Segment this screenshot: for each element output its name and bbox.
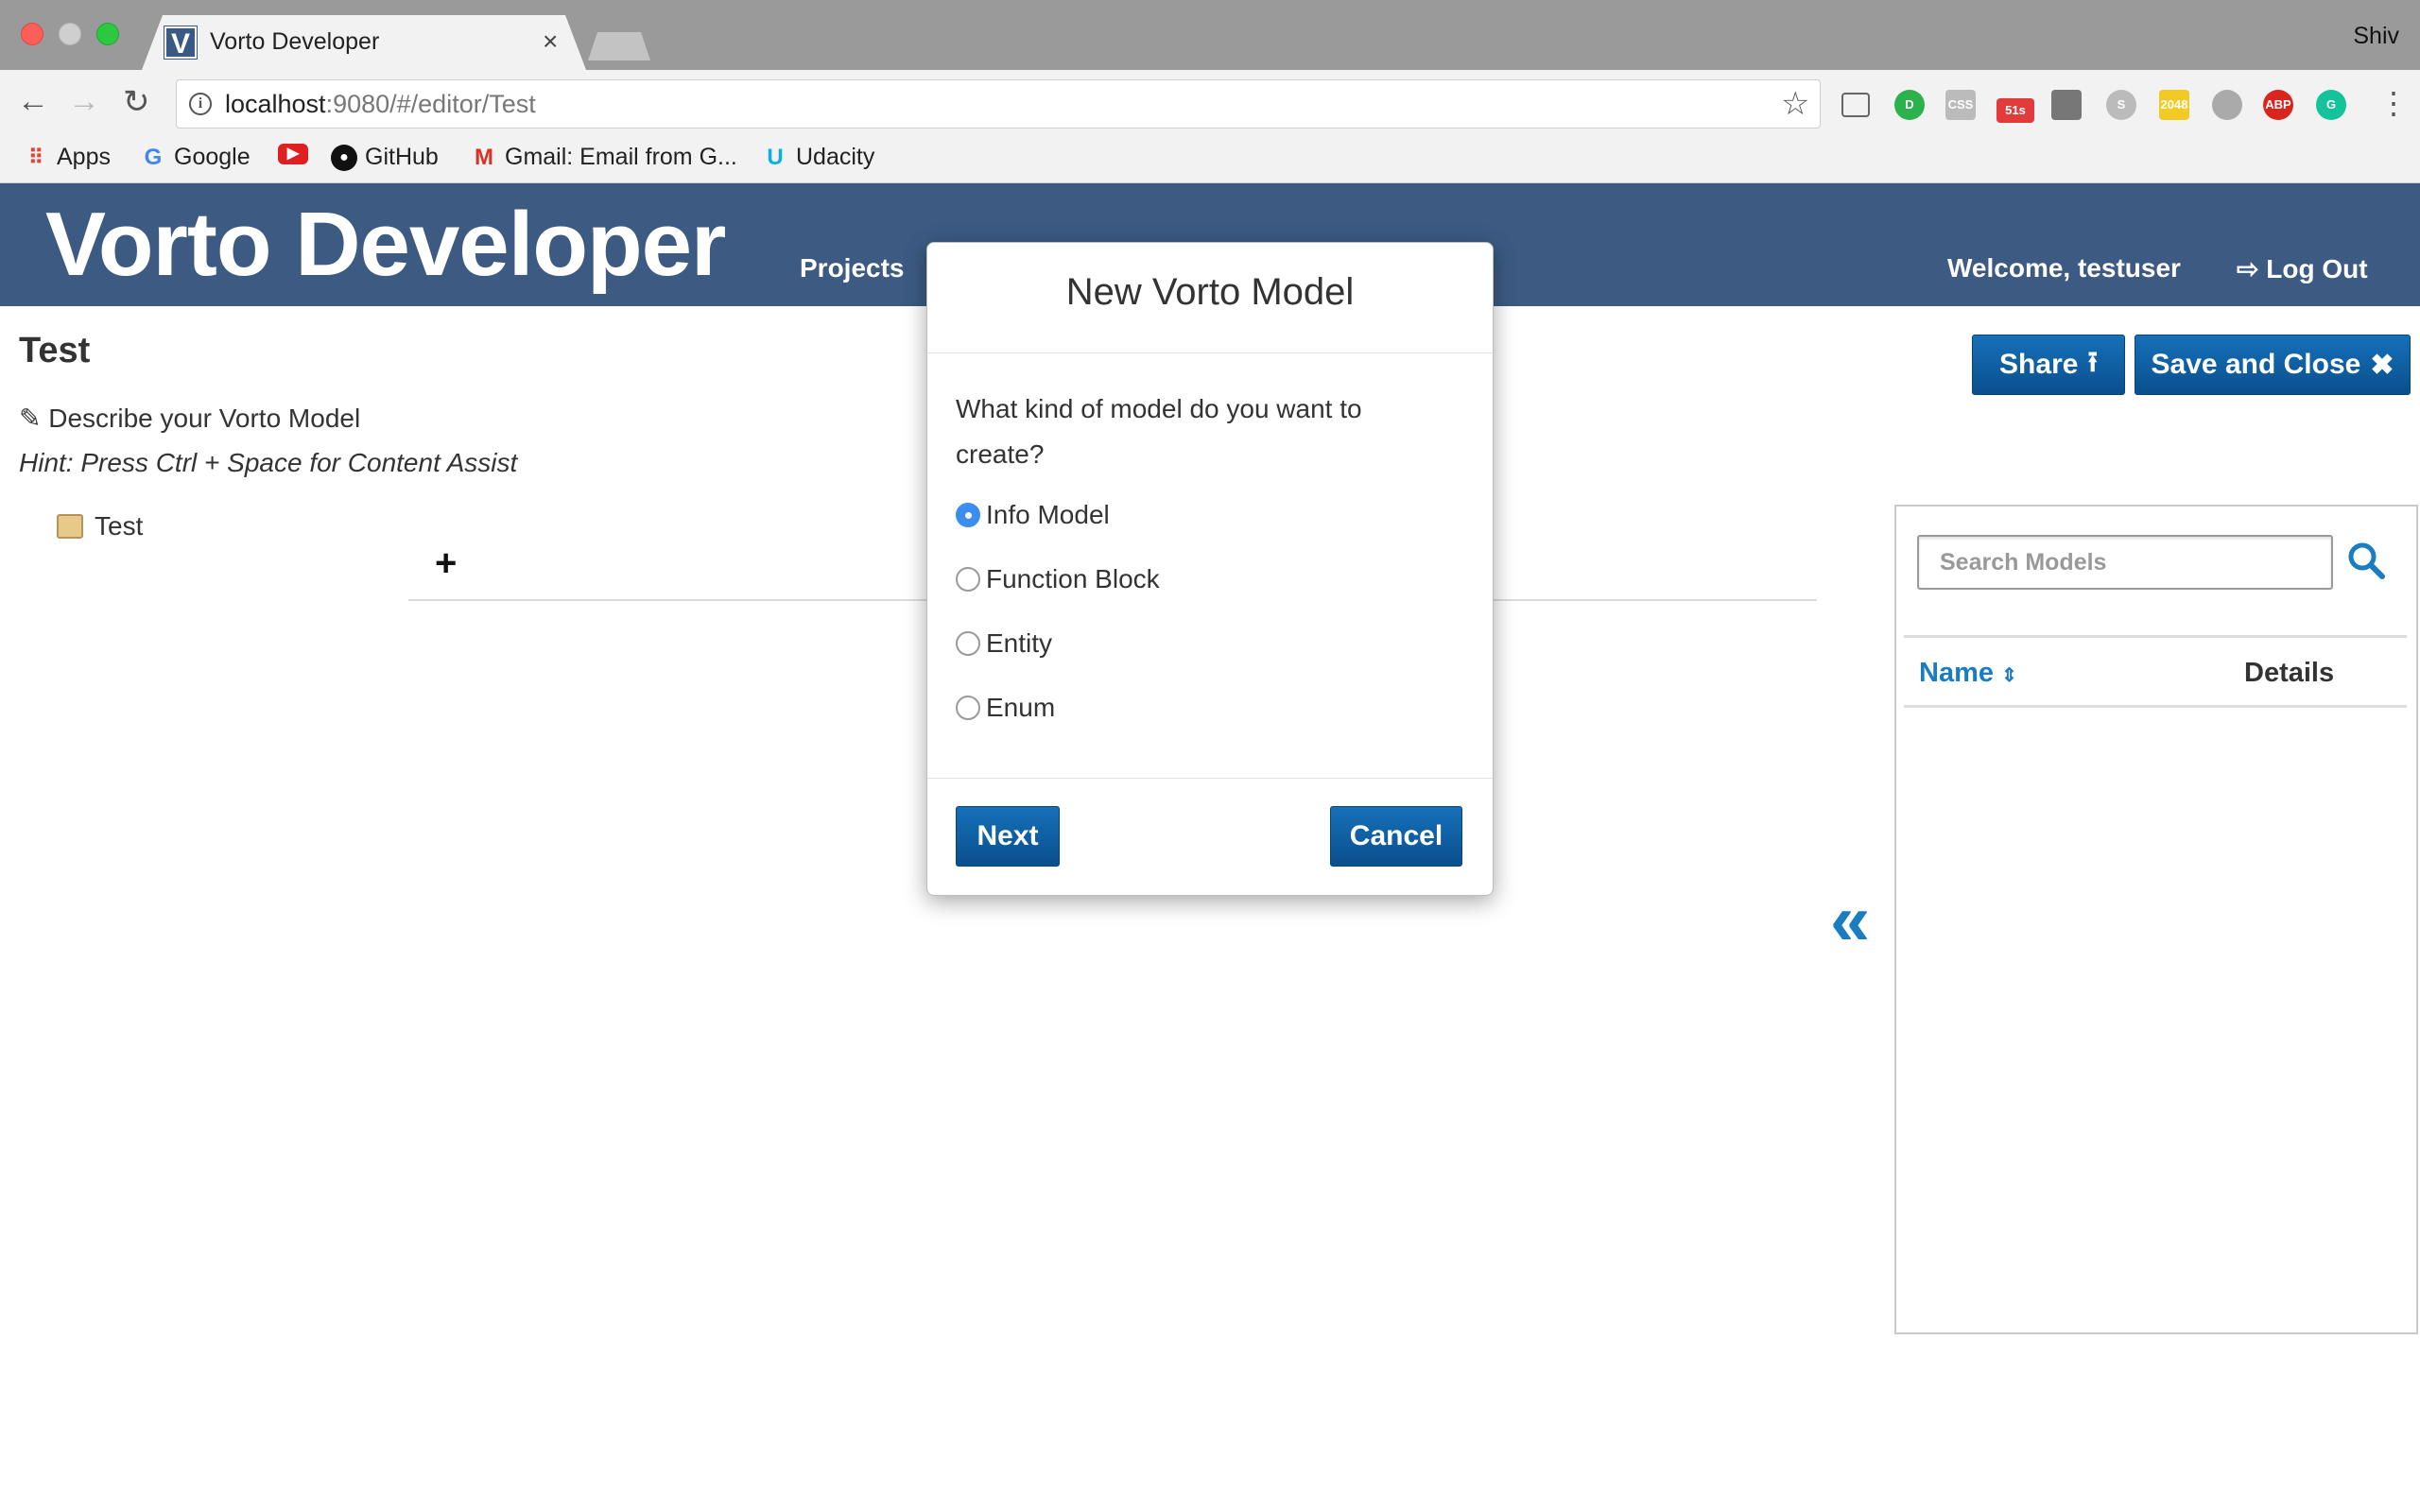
results-divider (1904, 705, 2407, 708)
tab-close-icon[interactable]: × (543, 26, 558, 57)
new-tab-button[interactable] (588, 32, 650, 60)
share-label: Share (1999, 349, 2079, 380)
results-divider (1904, 635, 2407, 638)
bookmark-google[interactable]: G Google (140, 144, 251, 171)
bookmark-label: Apps (57, 144, 111, 170)
search-icon[interactable] (2346, 541, 2388, 582)
github-icon: ● (331, 144, 357, 171)
bookmark-gmail[interactable]: M Gmail: Email from G... (471, 144, 737, 171)
name-column-header[interactable]: Name ⇕ (1919, 658, 2017, 689)
extension-timer-badge[interactable]: 51s (1996, 98, 2034, 123)
welcome-user: Welcome, testuser (1947, 253, 2181, 283)
radio-button[interactable] (956, 631, 980, 656)
option-info-model[interactable]: Info Model (956, 500, 1110, 530)
next-button[interactable]: Next (956, 806, 1060, 867)
upload-icon: ⭱ (2087, 346, 2098, 378)
option-label: Function Block (986, 564, 1160, 593)
tree-item-label: Test (95, 511, 144, 541)
browser-menu-icon[interactable]: ⋮ (2378, 85, 2409, 121)
dialog-question: What kind of model do you want to create… (956, 394, 1362, 469)
udacity-icon: U (767, 144, 784, 170)
option-function-block[interactable]: Function Block (956, 564, 1160, 594)
edit-icon: ✎ (19, 404, 42, 433)
extension-plug-icon[interactable] (2051, 90, 2082, 120)
grammarly-icon[interactable]: G (2316, 90, 2346, 120)
apps-grid-icon: ⠿ (27, 145, 44, 169)
url-path: :9080/#/editor/Test (325, 90, 536, 118)
nav-projects-link[interactable]: Projects (800, 253, 905, 284)
radio-button[interactable] (956, 567, 980, 592)
logout-label: Log Out (2266, 254, 2368, 284)
bookmark-label: Udacity (796, 144, 875, 170)
option-enum[interactable]: Enum (956, 693, 1055, 723)
cancel-button[interactable]: Cancel (1330, 806, 1462, 867)
gmail-icon: M (475, 144, 493, 170)
reload-icon[interactable]: ↻ (123, 83, 150, 121)
bookmark-star-icon[interactable]: ☆ (1781, 85, 1809, 123)
brand-title[interactable]: Vorto Developer (45, 193, 726, 297)
adblock-plus-icon[interactable]: ABP (2263, 90, 2293, 120)
dialog-divider (927, 778, 1493, 779)
describe-model-link[interactable]: ✎ Describe your Vorto Model (19, 403, 360, 434)
bookmark-youtube[interactable]: ▶ (278, 144, 308, 164)
logout-link[interactable]: ⇨ Log Out (2237, 253, 2368, 284)
window-close-button[interactable] (21, 23, 43, 45)
describe-label: Describe your Vorto Model (48, 404, 361, 433)
bookmark-label: Google (174, 144, 251, 170)
option-label: Enum (986, 693, 1056, 722)
option-label: Info Model (986, 500, 1110, 529)
dialog-divider (927, 352, 1493, 353)
option-entity[interactable]: Entity (956, 628, 1052, 659)
extension-2048-icon[interactable]: 2048 (2159, 90, 2189, 120)
search-models-input[interactable] (1917, 535, 2333, 590)
radio-button[interactable] (956, 503, 980, 527)
youtube-icon: ▶ (278, 144, 308, 164)
bookmark-label: Gmail: Email from G... (505, 144, 737, 170)
save-close-label: Save and Close (2151, 349, 2361, 380)
details-column-header: Details (2244, 658, 2335, 688)
name-column-label: Name (1919, 658, 1994, 688)
back-arrow-icon[interactable]: ← (17, 83, 49, 120)
radio-button[interactable] (956, 696, 980, 720)
forward-arrow-icon[interactable]: → (68, 83, 100, 120)
close-icon: ✖ (2370, 349, 2394, 381)
browser-profile-name[interactable]: Shiv (2353, 23, 2399, 50)
logout-icon: ⇨ (2237, 254, 2259, 284)
cast-icon[interactable] (1841, 93, 1870, 117)
site-info-icon[interactable]: i (189, 93, 212, 115)
model-search-panel (1894, 505, 2418, 1334)
sort-icon: ⇕ (2001, 665, 2017, 686)
bookmark-udacity[interactable]: U Udacity (762, 144, 874, 171)
browser-tab-title[interactable]: Vorto Developer (210, 28, 379, 56)
window-minimize-button[interactable] (59, 23, 81, 45)
google-icon: G (144, 144, 163, 170)
new-model-dialog: New Vorto Model What kind of model do yo… (926, 242, 1494, 896)
bookmark-apps[interactable]: ⠿ Apps (23, 144, 111, 171)
extension-skype-icon[interactable]: S (2106, 90, 2136, 120)
add-tab-button[interactable]: + (435, 542, 457, 585)
extension-green-icon[interactable]: D (1894, 90, 1925, 120)
window-maximize-button[interactable] (96, 23, 119, 45)
share-button[interactable]: Share ⭱ (1972, 335, 2125, 395)
extension-css-icon[interactable]: CSS (1945, 90, 1976, 120)
url-text[interactable]: localhost:9080/#/editor/Test (225, 90, 536, 119)
page-title: Test (19, 331, 91, 370)
vorto-favicon-icon: V (164, 26, 198, 60)
option-label: Entity (986, 628, 1053, 658)
tree-item-test[interactable]: Test (57, 511, 143, 541)
dialog-title: New Vorto Model (1065, 271, 1355, 313)
folder-icon (57, 514, 83, 539)
double-chevron-left-icon[interactable]: « (1830, 879, 1870, 961)
extension-globe-icon[interactable] (2212, 90, 2242, 120)
bookmark-label: GitHub (365, 144, 439, 170)
content-assist-hint: Hint: Press Ctrl + Space for Content Ass… (19, 448, 518, 477)
url-host: localhost (225, 90, 326, 118)
save-and-close-button[interactable]: Save and Close ✖ (2135, 335, 2411, 395)
bookmark-github[interactable]: ● GitHub (331, 144, 439, 171)
